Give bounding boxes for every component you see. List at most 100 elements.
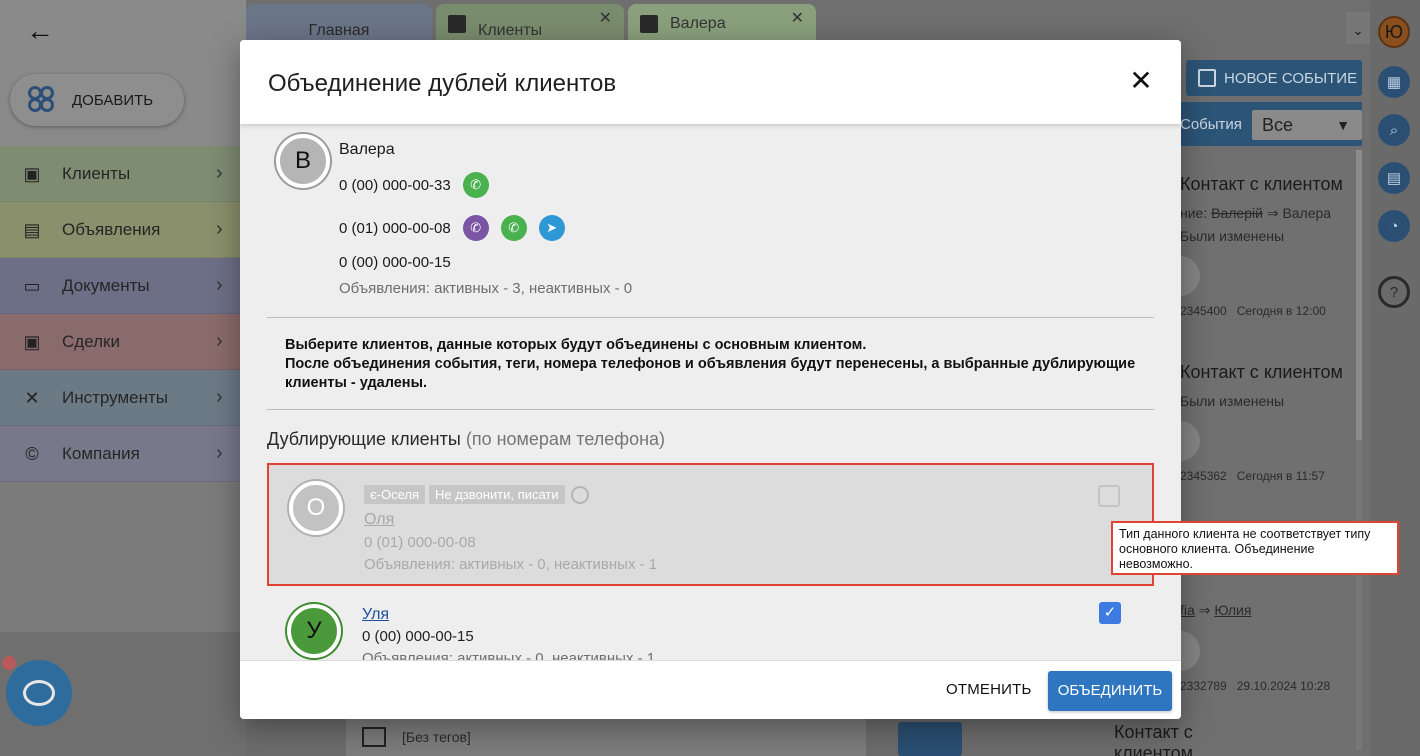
sidebar-item-listings[interactable]: ▤ Объявления › <box>0 202 246 258</box>
events-filter-value: Все <box>1262 115 1294 135</box>
add-event-button[interactable] <box>898 722 962 756</box>
close-icon[interactable]: ✕ <box>791 8 804 28</box>
add-button[interactable]: ДОБАВИТЬ <box>10 74 184 126</box>
event-time: Сегодня в 11:57 <box>1236 469 1325 483</box>
sidebar-footer <box>0 482 246 632</box>
event-card[interactable]: fia ⇒ Юлия 2332789 29.10.2024 10:28 <box>1160 592 1350 693</box>
avatar: У <box>287 604 341 658</box>
tab-label: Главная <box>308 22 370 39</box>
phone-number: 0 (01) 000-00-08 <box>339 219 451 237</box>
event-title: Контакт с клиентом <box>1180 362 1343 382</box>
events-filter-label: События <box>1180 116 1242 133</box>
event-change: ние: Валерій ⇒ Валера <box>1180 205 1350 222</box>
phone-number: 0 (00) 000-00-33 <box>339 176 451 194</box>
tab-home[interactable]: Главная <box>246 4 432 44</box>
copyright-icon: © <box>25 443 39 464</box>
event-card[interactable]: Контакт с клиентом ние: Валерій ⇒ Валера… <box>1160 174 1350 318</box>
tab-valera[interactable]: Валера ✕ <box>628 4 816 44</box>
sidebar-item-company[interactable]: © Компания › <box>0 426 246 482</box>
sidebar-item-documents[interactable]: ▭ Документы › <box>0 258 246 314</box>
back-arrow-icon[interactable]: ← <box>26 16 56 46</box>
event-old-value: fia <box>1180 602 1195 618</box>
divider <box>267 317 1154 318</box>
event-note: Были изменены <box>1180 228 1285 244</box>
chat-button[interactable] <box>6 660 72 726</box>
sidebar-item-label: Клиенты <box>62 163 131 183</box>
search-icon[interactable]: ⌕ <box>1378 114 1410 146</box>
notification-dot <box>2 656 16 670</box>
event-card[interactable]: Контакт с клиентом Были изменены 2345362… <box>1160 362 1350 483</box>
scrollbar-thumb[interactable] <box>1356 150 1362 440</box>
duplicate-client-phone: 0 (01) 000-00-08 <box>364 534 476 551</box>
icon-rail: Ю ▦ ⌕ ▤ ◔ ? <box>1370 0 1420 756</box>
event-meta: 2345400 Сегодня в 12:00 <box>1180 304 1350 318</box>
dropdown-arrow-icon: ▼ <box>1336 117 1350 133</box>
sidebar-item-label: Сделки <box>62 331 120 351</box>
event-time: 29.10.2024 10:28 <box>1236 679 1331 693</box>
event-meta: 2332789 29.10.2024 10:28 <box>1180 679 1350 693</box>
event-note: Были изменены <box>1180 393 1285 409</box>
duplicate-client-row: У Уля 0 (00) 000-00-15 Объявления: актив… <box>267 598 1154 660</box>
edit-icon[interactable] <box>570 485 589 504</box>
duplicates-heading: Дублирующие клиенты (по номерам телефона… <box>267 429 665 450</box>
viber-icon[interactable]: ✆ <box>462 215 489 241</box>
contacts-icon: ▣ <box>23 163 41 184</box>
event-phone: 2345362 <box>1180 469 1227 483</box>
events-panel: НОВОЕ СОБЫТИЕ События Все ▼ Контакт с кл… <box>1160 44 1370 756</box>
sidebar-header: ← ДОБАВИТЬ <box>0 0 246 146</box>
event-phone: 2345400 <box>1180 304 1227 318</box>
whatsapp-icon[interactable]: ✆ <box>500 215 527 241</box>
main-client-phone: 0 (00) 000-00-33 ✆ <box>339 172 489 198</box>
event-new-value: Юлия <box>1214 602 1252 618</box>
dialog-title: Объединение дублей клиентов <box>268 70 617 97</box>
main-client-ads: Объявления: активных - 3, неактивных - 0 <box>339 280 633 297</box>
events-filter: События Все ▼ <box>1180 102 1362 146</box>
tab-clients[interactable]: Клиенты ✕ <box>436 4 624 44</box>
merge-button[interactable]: ОБЪЕДИНИТЬ <box>1048 671 1172 711</box>
phone-number: 0 (00) 000-00-15 <box>339 254 451 271</box>
event-title: Контакт с клиентом <box>1114 722 1194 756</box>
telegram-icon[interactable]: ➤ <box>538 215 565 241</box>
dialog-header: Объединение дублей клиентов ✕ <box>240 40 1181 124</box>
event-title: Контакт с клиентом <box>1180 174 1343 194</box>
duplicate-checkbox[interactable]: ✓ <box>1099 602 1121 624</box>
help-icon[interactable]: ? <box>1378 276 1410 308</box>
chat-icon[interactable]: ▤ <box>1378 162 1410 194</box>
contacts-icon <box>448 15 466 33</box>
event-change-label: ние: <box>1180 205 1208 221</box>
calendar-icon[interactable]: ▦ <box>1378 66 1410 98</box>
duplicate-client-name[interactable]: Уля <box>362 606 389 624</box>
close-icon[interactable]: ✕ <box>599 8 612 28</box>
dialog-footer: ОТМЕНИТЬ ОБЪЕДИНИТЬ <box>240 660 1181 719</box>
sidebar-item-clients[interactable]: ▣ Клиенты › <box>0 146 246 202</box>
new-event-label: НОВОЕ СОБЫТИЕ <box>1224 69 1358 87</box>
merge-notice-line: После объединения события, теги, номера … <box>285 356 1136 391</box>
close-icon[interactable]: ✕ <box>1128 67 1154 95</box>
calendar-plus-icon <box>1198 69 1216 87</box>
main-client-name: Валера <box>339 141 395 158</box>
bell-icon[interactable]: ◔ <box>1378 210 1410 242</box>
whatsapp-icon[interactable]: ✆ <box>462 172 489 198</box>
tabs-dropdown-icon[interactable]: ⌄ <box>1346 12 1370 48</box>
duplicate-client-name[interactable]: Оля <box>364 511 394 529</box>
user-avatar[interactable]: Ю <box>1378 16 1410 48</box>
duplicates-heading-text: Дублирующие клиенты <box>267 429 461 449</box>
cancel-button[interactable]: ОТМЕНИТЬ <box>946 681 1032 698</box>
main-client-avatar: В <box>276 134 330 188</box>
sidebar-item-label: Инструменты <box>62 387 169 407</box>
add-button-label: ДОБАВИТЬ <box>72 91 154 109</box>
sidebar-item-label: Компания <box>62 443 140 463</box>
sidebar-item-tools[interactable]: ✕ Инструменты › <box>0 370 246 426</box>
sidebar-nav: ▣ Клиенты › ▤ Объявления › ▭ Документы ›… <box>0 146 246 482</box>
merge-disabled-tooltip: Тип данного клиента не соответствует тип… <box>1111 521 1399 575</box>
tags-text: [Без тегов] <box>402 729 471 745</box>
events-scrollbar[interactable] <box>1356 150 1362 750</box>
sidebar-item-deals[interactable]: ▣ Сделки › <box>0 314 246 370</box>
duplicate-checkbox[interactable] <box>1098 485 1120 507</box>
background-card: [Без тегов] <box>346 718 866 756</box>
contacts-icon <box>640 15 658 33</box>
merge-notice-line: Выберите клиентов, данные которых будут … <box>285 337 867 353</box>
tag-badge: є-Оселя <box>364 485 425 504</box>
new-event-button[interactable]: НОВОЕ СОБЫТИЕ <box>1186 60 1362 96</box>
events-filter-select[interactable]: Все ▼ <box>1252 110 1362 140</box>
